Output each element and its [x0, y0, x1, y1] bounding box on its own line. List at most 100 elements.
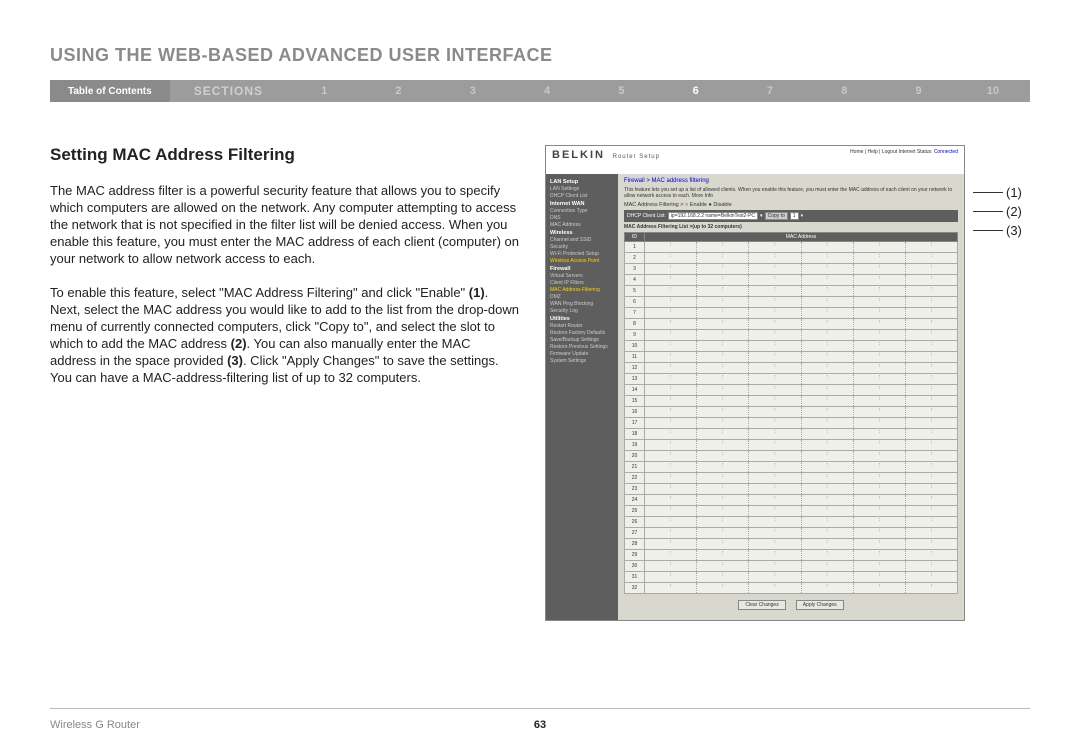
table-row: 24::::::: [625, 495, 958, 506]
annotations: (1) (2) (3): [973, 185, 1022, 242]
table-row: 31::::::: [625, 572, 958, 583]
screenshot-column: BELKIN Router Setup Home | Help | Logout…: [545, 145, 1030, 621]
dhcp-select[interactable]: ip=192.168.2.2 name=BelkinTest2-PC: [668, 212, 758, 220]
table-row: 26::::::: [625, 517, 958, 528]
sidebar-item[interactable]: Client IP Filters: [550, 280, 614, 286]
sidebar-item[interactable]: DNS: [550, 215, 614, 221]
section-link-9[interactable]: 9: [881, 85, 955, 97]
section-link-5[interactable]: 5: [584, 85, 658, 97]
mac-cell[interactable]: ::::::: [645, 506, 958, 517]
sidebar-item[interactable]: MAC Address: [550, 222, 614, 228]
slot-select[interactable]: 1: [790, 212, 799, 220]
sidebar-item[interactable]: Restore Factory Defaults: [550, 330, 614, 336]
ss-header: BELKIN Router Setup Home | Help | Logout…: [546, 146, 964, 174]
row-id: 32: [625, 583, 645, 594]
row-id: 6: [625, 297, 645, 308]
dropdown-icon[interactable]: ▾: [760, 213, 763, 219]
sidebar-item[interactable]: System Settings: [550, 358, 614, 364]
mac-cell[interactable]: ::::::: [645, 264, 958, 275]
section-link-6[interactable]: 6: [659, 85, 733, 97]
sidebar-item[interactable]: Firmware Update: [550, 351, 614, 357]
mac-table: ID MAC Address 1::::::2::::::3::::::4:::…: [624, 232, 958, 594]
apply-changes-button[interactable]: Apply Changes: [796, 600, 844, 610]
mac-cell[interactable]: ::::::: [645, 330, 958, 341]
mac-cell[interactable]: ::::::: [645, 473, 958, 484]
sidebar-item[interactable]: LAN Settings: [550, 186, 614, 192]
mac-cell[interactable]: ::::::: [645, 407, 958, 418]
mac-cell[interactable]: ::::::: [645, 550, 958, 561]
mac-cell[interactable]: ::::::: [645, 418, 958, 429]
mac-cell[interactable]: ::::::: [645, 539, 958, 550]
mac-cell[interactable]: ::::::: [645, 297, 958, 308]
mac-cell[interactable]: ::::::: [645, 385, 958, 396]
sidebar-item[interactable]: Wi-Fi Protected Setup: [550, 251, 614, 257]
table-row: 4::::::: [625, 275, 958, 286]
mac-cell[interactable]: ::::::: [645, 484, 958, 495]
mac-cell[interactable]: ::::::: [645, 517, 958, 528]
row-id: 2: [625, 253, 645, 264]
mac-cell[interactable]: ::::::: [645, 451, 958, 462]
row-id: 4: [625, 275, 645, 286]
section-link-10[interactable]: 10: [956, 85, 1030, 97]
mac-cell[interactable]: ::::::: [645, 528, 958, 539]
section-link-7[interactable]: 7: [733, 85, 807, 97]
sidebar-item[interactable]: DHCP Client List: [550, 193, 614, 199]
table-row: 21::::::: [625, 462, 958, 473]
content-area: Setting MAC Address Filtering The MAC ad…: [50, 145, 1030, 621]
section-link-8[interactable]: 8: [807, 85, 881, 97]
mac-cell[interactable]: ::::::: [645, 583, 958, 594]
mac-cell[interactable]: ::::::: [645, 440, 958, 451]
section-link-1[interactable]: 1: [287, 85, 361, 97]
row-id: 8: [625, 319, 645, 330]
mac-cell[interactable]: ::::::: [645, 352, 958, 363]
section-numbers: 12345678910: [287, 80, 1030, 102]
row-id: 10: [625, 341, 645, 352]
sidebar-item: Internet WAN: [550, 201, 614, 207]
sidebar-item[interactable]: Channel and SSID: [550, 237, 614, 243]
row-id: 25: [625, 506, 645, 517]
sidebar-item[interactable]: MAC Address Filtering: [550, 287, 614, 293]
mac-cell[interactable]: ::::::: [645, 462, 958, 473]
sidebar-item[interactable]: Restart Router: [550, 323, 614, 329]
mac-cell[interactable]: ::::::: [645, 275, 958, 286]
mac-cell[interactable]: ::::::: [645, 396, 958, 407]
sidebar-item[interactable]: DMZ: [550, 294, 614, 300]
mac-cell[interactable]: ::::::: [645, 374, 958, 385]
mac-cell[interactable]: ::::::: [645, 429, 958, 440]
table-row: 29::::::: [625, 550, 958, 561]
top-links[interactable]: Home | Help | Logout Internet Status: Co…: [850, 149, 958, 155]
sidebar-item[interactable]: WAN Ping Blocking: [550, 301, 614, 307]
sidebar-item[interactable]: Wireless Access Point: [550, 258, 614, 264]
sidebar-item[interactable]: Restore Previous Settings: [550, 344, 614, 350]
sidebar-item[interactable]: Connection Type: [550, 208, 614, 214]
dropdown-icon[interactable]: ▾: [801, 213, 804, 219]
disable-label: Disable: [713, 202, 731, 208]
mac-cell[interactable]: ::::::: [645, 253, 958, 264]
row-id: 13: [625, 374, 645, 385]
toc-link[interactable]: Table of Contents: [50, 80, 170, 102]
mac-cell[interactable]: ::::::: [645, 242, 958, 253]
mac-cell[interactable]: ::::::: [645, 572, 958, 583]
row-id: 11: [625, 352, 645, 363]
mac-cell[interactable]: ::::::: [645, 495, 958, 506]
row-id: 15: [625, 396, 645, 407]
mac-cell[interactable]: ::::::: [645, 286, 958, 297]
sidebar-item[interactable]: Security: [550, 244, 614, 250]
section-link-3[interactable]: 3: [436, 85, 510, 97]
mac-cell[interactable]: ::::::: [645, 561, 958, 572]
sidebar-item[interactable]: Virtual Servers: [550, 273, 614, 279]
sidebar-item[interactable]: Save/Backup Settings: [550, 337, 614, 343]
mac-cell[interactable]: ::::::: [645, 308, 958, 319]
sidebar-item[interactable]: Security Log: [550, 308, 614, 314]
mac-cell[interactable]: ::::::: [645, 319, 958, 330]
section-link-4[interactable]: 4: [510, 85, 584, 97]
section-link-2[interactable]: 2: [361, 85, 435, 97]
page-title: USING THE WEB-BASED ADVANCED USER INTERF…: [50, 45, 553, 66]
table-row: 25::::::: [625, 506, 958, 517]
table-row: 27::::::: [625, 528, 958, 539]
clear-changes-button[interactable]: Clear Changes: [738, 600, 785, 610]
copy-to-button[interactable]: Copy to: [765, 212, 788, 220]
section-heading: Setting MAC Address Filtering: [50, 145, 520, 165]
mac-cell[interactable]: ::::::: [645, 341, 958, 352]
mac-cell[interactable]: ::::::: [645, 363, 958, 374]
